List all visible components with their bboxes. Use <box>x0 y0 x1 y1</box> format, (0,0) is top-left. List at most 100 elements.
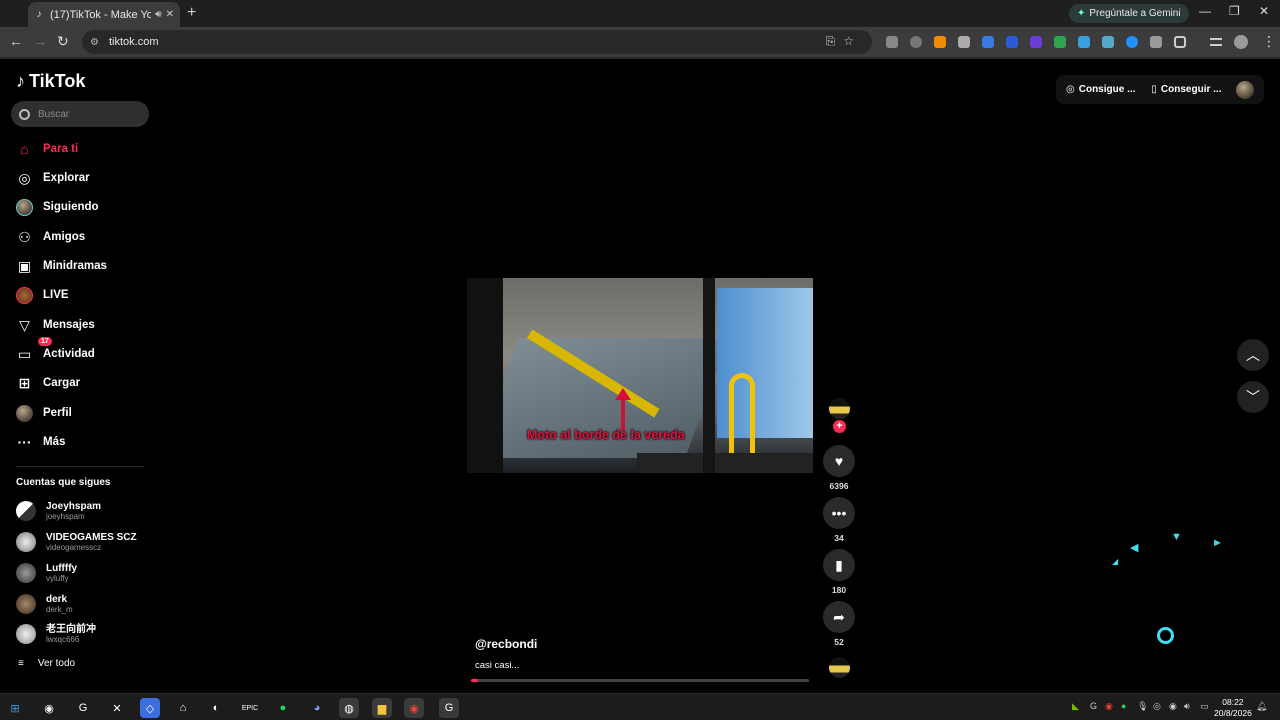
sidebar-item-mensajes[interactable]: ▽ Mensajes <box>16 314 95 336</box>
tab-close-icon[interactable]: ✕ <box>166 9 174 20</box>
discord-icon[interactable]: ◕ <box>307 698 327 718</box>
sidebar-item-perfil[interactable]: Perfil <box>16 402 72 424</box>
video-author[interactable]: @recbondi <box>475 637 537 651</box>
gemini-label: Pregúntale a Gemini <box>1089 8 1181 19</box>
sidebar-item-explorar[interactable]: ◎ Explorar <box>16 167 89 189</box>
sidebar-item-mas[interactable]: ··· Más <box>16 431 66 453</box>
followed-account[interactable]: Luffffy vyluffy <box>16 560 77 586</box>
coin-icon: ◎ <box>1066 84 1075 95</box>
extension-icon[interactable] <box>1030 36 1042 48</box>
app-icon[interactable]: ◐ <box>206 698 226 718</box>
followed-account[interactable]: derk derk_m <box>16 591 73 617</box>
account-name: 老王向前冲 <box>46 624 96 635</box>
extension-icon[interactable] <box>886 36 898 48</box>
steam-tray-icon[interactable]: ◉ <box>1169 701 1177 712</box>
next-video-button[interactable]: ﹀ <box>1237 381 1269 413</box>
sidebar-item-minidramas[interactable]: ▣ Minidramas <box>16 255 107 277</box>
sidebar-item-actividad[interactable]: ▭ 17 Actividad <box>16 337 95 365</box>
followed-account[interactable]: 老王向前冲 lwxqc666 <box>16 621 96 647</box>
obs-icon[interactable]: ◍ <box>339 698 359 718</box>
browser-menu-icon[interactable]: ⋮ <box>1262 33 1276 50</box>
save-button[interactable]: ▮ <box>823 549 855 581</box>
file-explorer-icon[interactable]: ▆ <box>372 698 392 718</box>
start-button[interactable]: ⊞ <box>5 698 25 718</box>
sidebar-item-siguiendo[interactable]: Siguiendo <box>16 196 99 218</box>
new-tab-button[interactable]: + <box>187 4 196 22</box>
g-app-icon[interactable]: G <box>439 698 459 718</box>
get-coins-button[interactable]: ◎ Consigue ... <box>1066 84 1135 95</box>
site-info-icon[interactable]: ⚙ <box>90 37 99 48</box>
extension-icon[interactable] <box>958 36 970 48</box>
spotify-tray-icon[interactable]: ● <box>1121 701 1126 711</box>
extension-icon[interactable] <box>1102 36 1114 48</box>
forward-button[interactable]: → <box>33 33 47 49</box>
restore-button[interactable]: ❐ <box>1229 4 1240 18</box>
followed-account[interactable]: Joeyhspam joeyhspam <box>16 498 101 524</box>
red-arrow-shaft <box>621 391 625 431</box>
extension-icon[interactable] <box>1078 36 1090 48</box>
back-button[interactable]: ← <box>9 33 23 49</box>
spotify-icon[interactable]: ● <box>273 698 293 718</box>
nvidia-tray-icon[interactable]: ◣ <box>1072 701 1079 712</box>
chrome-icon[interactable]: ◉ <box>404 698 424 718</box>
sidebar-item-label: Amigos <box>43 231 86 243</box>
followed-account[interactable]: VIDEOGAMES SCZ videogamesscz <box>16 529 137 555</box>
volume-icon[interactable]: 🔊︎ <box>1184 701 1190 712</box>
notification-bell-icon[interactable]: 🔔︎ <box>1256 701 1267 712</box>
sidebar-item-cargar[interactable]: ⊞ Cargar <box>16 372 80 394</box>
network-icon[interactable]: ▭ <box>1200 701 1209 712</box>
tray-icon[interactable]: ◉ <box>1105 701 1113 712</box>
get-app-button[interactable]: ▯ Conseguir ... <box>1151 84 1221 95</box>
sidebar-item-live[interactable]: LIVE <box>16 284 69 306</box>
reload-button[interactable]: ↻ <box>57 33 69 50</box>
cursor-effect-ring-icon <box>1157 627 1174 644</box>
video-progress-bar[interactable] <box>471 679 809 682</box>
comment-button[interactable]: ••• <box>823 497 855 529</box>
app-icon[interactable]: ◇ <box>140 698 160 718</box>
tray-icon[interactable]: G <box>1090 701 1097 711</box>
address-bar[interactable]: ⚙ tiktok.com ⎘☆ <box>82 30 872 54</box>
epic-games-icon[interactable]: EPIC <box>240 698 260 718</box>
share-button[interactable]: ➦ <box>823 601 855 633</box>
account-avatar <box>16 532 36 552</box>
search-input[interactable]: Buscar <box>11 101 149 127</box>
extension-icon[interactable] <box>910 36 922 48</box>
follow-plus-button[interactable]: + <box>833 420 846 433</box>
user-avatar[interactable] <box>1236 81 1254 99</box>
bookmark-star-icon[interactable]: ☆ <box>843 34 862 48</box>
steam-icon[interactable]: ◉ <box>39 698 59 718</box>
extension-icon[interactable] <box>1126 36 1138 48</box>
tiktok-logo[interactable]: ♪ TikTok <box>16 71 85 92</box>
account-handle: derk_m <box>46 605 73 614</box>
speaker-icon[interactable]: 🔊︎ <box>155 9 161 20</box>
gemini-button[interactable]: ✦ Pregúntale a Gemini <box>1069 4 1189 23</box>
microphone-icon[interactable]: 🎙︎ <box>1137 701 1148 712</box>
media-controls-icon[interactable] <box>1210 38 1222 46</box>
minimize-button[interactable]: — <box>1199 4 1211 18</box>
sidebar-item-para-ti[interactable]: ⌂ Para ti <box>16 138 78 160</box>
sidebar-item-amigos[interactable]: ⚇ Amigos <box>16 226 85 248</box>
taskbar-clock[interactable]: 08:22 20/8/2026 <box>1214 697 1252 719</box>
extensions-puzzle-icon[interactable] <box>1174 36 1186 48</box>
g-app-icon[interactable]: G <box>73 698 93 718</box>
capcut-icon[interactable]: ✕ <box>107 698 127 718</box>
extension-icon[interactable] <box>1150 36 1162 48</box>
close-window-button[interactable]: ✕ <box>1259 4 1269 18</box>
extension-icon[interactable] <box>1006 36 1018 48</box>
browser-tab[interactable]: ♪ (17)TikTok - Make Your Day 🔊︎ ✕ <box>28 2 180 27</box>
install-app-icon[interactable]: ⎘ <box>826 34 844 48</box>
tray-icon[interactable]: ◎ <box>1153 701 1161 712</box>
account-handle: videogamesscz <box>46 543 102 552</box>
extension-icon[interactable] <box>982 36 994 48</box>
music-disc-avatar[interactable] <box>829 657 850 678</box>
extension-icon[interactable] <box>1054 36 1066 48</box>
creator-avatar[interactable] <box>829 398 850 419</box>
browser-profile-avatar[interactable] <box>1234 35 1248 49</box>
extension-icon[interactable] <box>934 36 946 48</box>
see-all-link[interactable]: ≡ Ver todo <box>18 658 75 669</box>
like-button[interactable]: ♥ <box>823 445 855 477</box>
video-player[interactable]: Moto al borde de la vereda <box>467 278 813 473</box>
phone-icon: ▯ <box>1151 84 1157 95</box>
app-icon[interactable]: ⌂ <box>173 698 193 718</box>
previous-video-button[interactable]: ︿ <box>1237 339 1269 371</box>
